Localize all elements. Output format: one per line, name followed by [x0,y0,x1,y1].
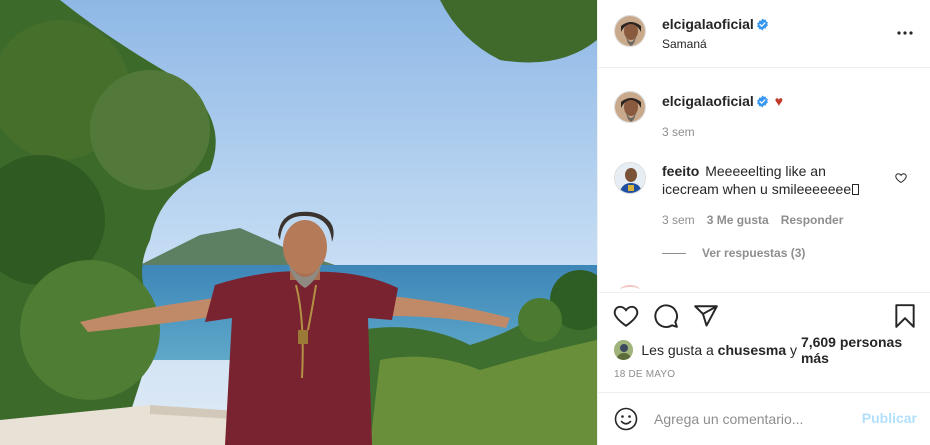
more-horizontal-icon [897,31,913,35]
avatar-image [615,163,645,193]
next-comment-avatar-peek [620,285,640,291]
avatar[interactable] [614,91,646,123]
publish-button[interactable]: Publicar [862,410,917,426]
post-location[interactable]: Samaná [662,37,707,51]
comments-section[interactable]: elcigalaoficial ♥ 3 sem feeito Meeeeelti… [598,69,930,291]
likes-summary: Les gusta a chusesma y 7,609 personas má… [614,334,930,366]
comment-body: feeito Meeeeelting like an icecream when… [662,162,882,198]
bookmark-icon [895,304,915,328]
comment-like-button[interactable] [895,171,907,189]
action-bar [598,292,930,340]
post-author-name[interactable]: elcigalaoficial [662,16,754,32]
avatar[interactable] [614,340,634,360]
missing-glyph [852,184,860,195]
paper-plane-icon [694,305,718,327]
save-button[interactable] [892,303,920,331]
comment-button[interactable] [653,303,681,331]
likes-prefix: Les gusta a [641,342,718,358]
caption-username[interactable]: elcigalaoficial ♥ [662,93,783,109]
reply-button[interactable]: Responder [781,213,844,227]
comment-likes-count[interactable]: 3 Me gusta [707,213,769,227]
caption-timestamp: 3 sem [662,125,695,139]
avatar-image [615,92,645,122]
red-heart-emoji: ♥ [774,93,784,109]
likes-joiner: y [786,342,801,358]
comment-timestamp: 3 sem [662,213,695,227]
emoji-button[interactable] [614,407,638,431]
view-replies-label: Ver respuestas (3) [702,246,806,260]
verified-badge-icon [756,95,768,108]
comment-username[interactable]: feeito [662,163,699,179]
liker-username[interactable]: chusesma [718,342,786,358]
post-date[interactable]: 18 DE MAYO [614,369,675,380]
comment-meta: 3 sem 3 Me gusta Responder [662,213,843,227]
add-comment-bar: Publicar [598,392,930,445]
post-side-panel: elcigalaoficial Samaná elcigalaoficial ♥ [597,0,930,445]
view-replies-button[interactable]: Ver respuestas (3) [662,246,805,260]
post-photo[interactable] [0,0,597,445]
comment-input[interactable] [654,407,854,431]
avatar-image [615,16,645,46]
likes-others-count[interactable]: 7,609 personas más [801,334,930,366]
post-photo-image [0,0,597,445]
smiley-icon [614,407,638,431]
comment-bubble-icon [654,304,678,328]
post-author-username[interactable]: elcigalaoficial [662,16,769,32]
post-header: elcigalaoficial Samaná [598,0,930,68]
more-options-button[interactable] [894,22,916,44]
avatar[interactable] [614,162,646,194]
like-button[interactable] [613,303,641,331]
avatar-image [614,340,634,360]
divider-line [662,252,686,254]
caption-username-text[interactable]: elcigalaoficial [662,93,754,109]
verified-badge-icon [756,18,768,31]
heart-outline-icon [613,305,639,327]
heart-outline-icon [895,173,907,184]
avatar[interactable] [614,15,646,47]
share-button[interactable] [693,303,721,331]
